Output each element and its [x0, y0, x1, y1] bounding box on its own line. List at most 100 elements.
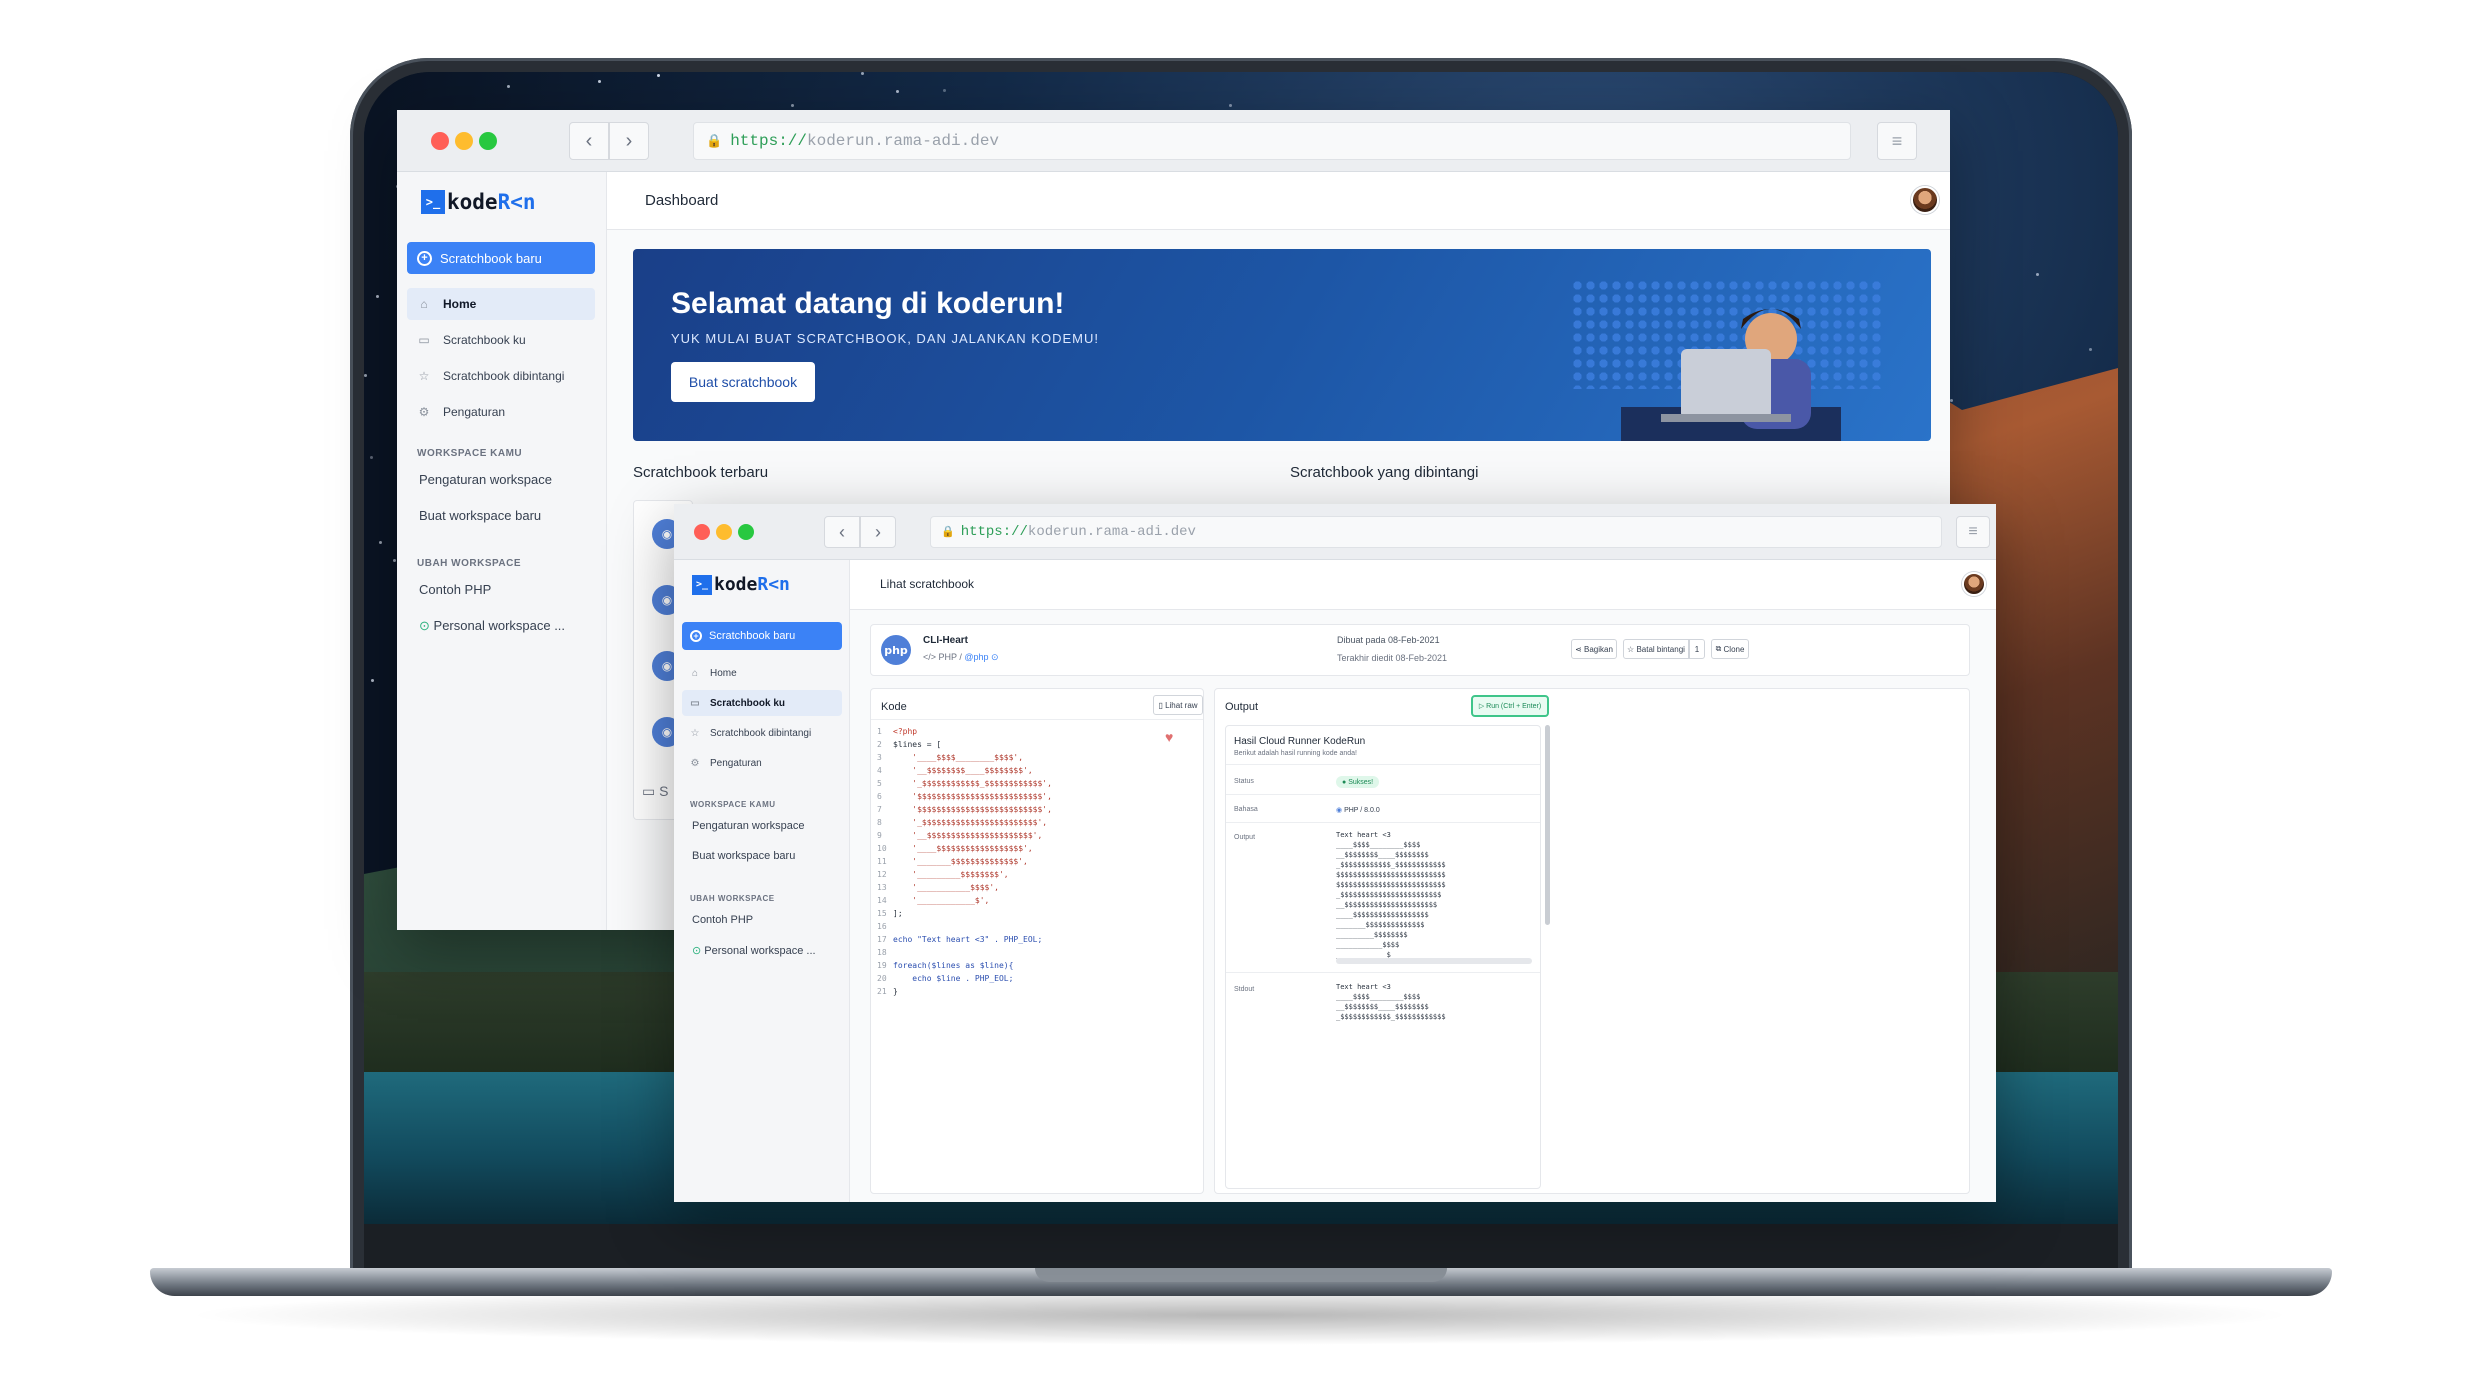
- new-scratchbook-button[interactable]: + Scratchbook baru: [407, 242, 595, 274]
- horizontal-scrollbar[interactable]: [1336, 958, 1532, 964]
- line-number: 6: [877, 792, 882, 801]
- star-dot: [598, 79, 602, 83]
- unstar-button[interactable]: ☆ Batal bintangi: [1623, 639, 1689, 659]
- home-icon: ⌂: [420, 297, 428, 311]
- workspace-item-php[interactable]: Contoh PHP: [692, 914, 753, 926]
- sidebar-item-home[interactable]: ⌂ Home: [407, 288, 595, 320]
- status-badge: ● Sukses!: [1336, 776, 1380, 788]
- code-text: '____$$$$$$$$$$$$$$$$$$',: [893, 844, 1033, 853]
- star-icon: ☆: [418, 369, 430, 383]
- forward-button[interactable]: ›: [860, 516, 896, 548]
- share-label: Bagikan: [1584, 644, 1613, 654]
- line-number: 15: [877, 909, 887, 918]
- page-title: Dashboard: [645, 192, 719, 209]
- language-value: ◉ PHP / 8.0.0: [1336, 806, 1380, 814]
- topbar: Dashboard: [607, 172, 1950, 230]
- create-workspace-link[interactable]: Buat workspace baru: [692, 850, 795, 862]
- result-card: Hasil Cloud Runner KodeRun Berikut adala…: [1225, 725, 1541, 1189]
- sidebar-item-settings[interactable]: ⚙ Pengaturan: [682, 750, 842, 776]
- verified-icon: ⊙: [991, 652, 999, 662]
- hamburger-icon: ≡: [1968, 523, 1978, 540]
- code-text: <?php: [893, 727, 918, 736]
- logo-text: kode: [714, 574, 758, 595]
- avatar[interactable]: [1962, 572, 1986, 596]
- sidebar-item-starred[interactable]: ☆ Scratchbook dibintangi: [407, 360, 595, 392]
- sidebar-item-home[interactable]: ⌂ Home: [682, 660, 842, 686]
- maximize-dot[interactable]: [479, 132, 497, 150]
- chevron-left-icon: ‹: [585, 129, 593, 152]
- new-scratchbook-label: Scratchbook baru: [709, 630, 796, 642]
- output-line: ___________$$$$: [1336, 941, 1400, 949]
- code-panel: Kode ▯ Lihat raw 1 <?php 2 $lines = [3 '___…: [870, 688, 1204, 1194]
- stdout-text: Text heart <3 ____$$$$________$$$$ __$$$$$…: [1336, 982, 1446, 1022]
- code-text: foreach($lines as $line){: [893, 961, 1014, 970]
- workspace-item-label: Personal workspace ...: [704, 945, 816, 957]
- create-scratchbook-button[interactable]: Buat scratchbook: [671, 362, 815, 402]
- code-text: '_$$$$$$$$$$$$_$$$$$$$$$$$$',: [893, 779, 1052, 788]
- maximize-dot[interactable]: [738, 524, 754, 540]
- code-title: Kode: [881, 701, 907, 713]
- new-scratchbook-button[interactable]: + Scratchbook baru: [682, 622, 842, 650]
- url-bar[interactable]: 🔒 https://koderun.rama-adi.dev: [693, 122, 1851, 160]
- workspace-item-personal[interactable]: ⊙ Personal workspace ...: [692, 944, 816, 957]
- code-line: 11 '_______$$$$$$$$$$$$$$',: [877, 855, 1052, 868]
- star-dot: [790, 103, 794, 107]
- close-dot[interactable]: [694, 524, 710, 540]
- workspace-settings-link[interactable]: Pengaturan workspace: [692, 820, 805, 832]
- create-workspace-link[interactable]: Buat workspace baru: [419, 508, 541, 523]
- close-dot[interactable]: [431, 132, 449, 150]
- url-scheme: https://: [960, 524, 1028, 540]
- code-line: 17 echo "Text heart <3" . PHP_EOL;: [877, 933, 1052, 946]
- workspace-item-personal[interactable]: ⊙ Personal workspace ...: [419, 618, 565, 634]
- sidebar-item-label: Scratchbook ku: [443, 333, 526, 347]
- avatar[interactable]: [1911, 186, 1939, 214]
- recent-list-tail[interactable]: ▭ S: [642, 783, 668, 800]
- output-line: Text heart <3: [1336, 983, 1391, 991]
- forward-button[interactable]: ›: [609, 122, 649, 160]
- scratchbook-author[interactable]: @php: [964, 652, 988, 662]
- back-button[interactable]: ‹: [824, 516, 860, 548]
- sidebar-item-settings[interactable]: ⚙ Pengaturan: [407, 396, 595, 428]
- check-circle-icon: ⊙: [692, 945, 702, 957]
- sidebar-item-my-scratchbooks[interactable]: ▭ Scratchbook ku: [407, 324, 595, 356]
- recent-list-tail-label: S: [659, 783, 669, 799]
- sidebar-item-label: Scratchbook dibintangi: [443, 369, 565, 383]
- output-line: __$$$$$$$$$$$$$$$$$$$$$$: [1336, 901, 1438, 909]
- home-icon: ⌂: [691, 667, 699, 679]
- menu-button[interactable]: ≡: [1877, 122, 1917, 160]
- code-text: ];: [893, 909, 903, 918]
- check-circle-icon: ⊙: [419, 618, 430, 633]
- sidebar: >_ kode R<n + Scratchbook baru ⌂ Home ▭ Scr…: [674, 560, 850, 1202]
- output-line: _$$$$$$$$$$$$_$$$$$$$$$$$$: [1336, 1013, 1446, 1021]
- minimize-dot[interactable]: [455, 132, 473, 150]
- vertical-scrollbar[interactable]: [1545, 725, 1550, 925]
- menu-button[interactable]: ≡: [1956, 516, 1990, 548]
- code-editor[interactable]: 1 <?php 2 $lines = [3 '____$$$$________$$$$…: [877, 725, 1052, 998]
- share-button[interactable]: ⋖ Bagikan: [1571, 639, 1617, 659]
- url-bar[interactable]: 🔒 https://koderun.rama-adi.dev: [930, 516, 1942, 548]
- briefcase-icon: ▭: [418, 333, 430, 347]
- edited-date: Terakhir diedit 08-Feb-2021: [1337, 653, 1448, 663]
- line-number: 21: [877, 987, 887, 996]
- run-button[interactable]: ▷ Run (Ctrl + Enter): [1471, 695, 1549, 717]
- code-text: '_$$$$$$$$$$$$$$$$$$$$$$$$',: [893, 818, 1048, 827]
- line-number: 16: [877, 922, 887, 931]
- code-text: '_______$$$$$$$$$$$$$$',: [893, 857, 1028, 866]
- output-title: Output: [1225, 701, 1259, 713]
- code-text: '___________$$$$',: [893, 883, 999, 892]
- workspace-item-php[interactable]: Contoh PHP: [419, 582, 491, 597]
- sidebar: >_ kode R<n + Scratchbook baru ⌂ Home ▭ Scr…: [397, 172, 607, 930]
- workspace-settings-link[interactable]: Pengaturan workspace: [419, 472, 552, 487]
- code-text: }: [893, 987, 898, 996]
- back-button[interactable]: ‹: [569, 122, 609, 160]
- output-line: _________$$$$$$$$: [1336, 931, 1408, 939]
- lock-icon: 🔒: [706, 133, 723, 149]
- code-line: 15];: [877, 907, 1052, 920]
- sidebar-item-my-scratchbooks[interactable]: ▭ Scratchbook ku: [682, 690, 842, 716]
- code-line: 19 foreach($lines as $line){: [877, 959, 1052, 972]
- result-divider: [1226, 764, 1540, 765]
- sidebar-item-starred[interactable]: ☆ Scratchbook dibintangi: [682, 720, 842, 746]
- view-raw-button[interactable]: ▯ Lihat raw: [1153, 695, 1203, 715]
- clone-button[interactable]: ⧉ Clone: [1711, 639, 1749, 659]
- minimize-dot[interactable]: [716, 524, 732, 540]
